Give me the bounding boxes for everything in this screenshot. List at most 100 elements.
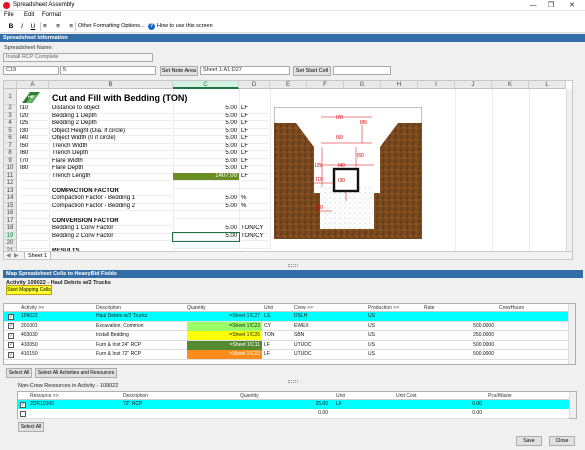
- activity-production[interactable]: US: [368, 350, 418, 359]
- row-header[interactable]: 3: [4, 112, 17, 120]
- resource-unit[interactable]: LF: [336, 400, 391, 409]
- col-unit[interactable]: Unit: [264, 304, 273, 312]
- activity-code[interactable]: 201001: [21, 322, 91, 331]
- minimize-button[interactable]: —: [527, 1, 539, 10]
- col-res-unit[interactable]: Unit: [336, 392, 345, 400]
- cell-d[interactable]: [241, 210, 269, 211]
- activity-quantity[interactable]: =Sheet 1!C26: [187, 331, 262, 340]
- activity-unit[interactable]: LF: [264, 341, 292, 350]
- col-crew[interactable]: Crew >>: [294, 304, 313, 312]
- activity-description[interactable]: Furn & Inst 72" RCP: [96, 350, 182, 359]
- menu-file[interactable]: File: [4, 12, 14, 18]
- row-checkbox[interactable]: ✓: [8, 342, 14, 348]
- column-header-c[interactable]: C: [173, 81, 239, 89]
- col-production[interactable]: Production >>: [368, 304, 399, 312]
- cell-c[interactable]: [173, 187, 239, 189]
- cell-a[interactable]: [20, 217, 48, 219]
- activity-row[interactable]: ✓ 109022 Haul Debris w/2 Trucks =Sheet 1…: [4, 312, 568, 322]
- activity-crew[interactable]: UTUDC: [294, 341, 364, 350]
- resource-quantity[interactable]: 25.00: [240, 400, 328, 409]
- col-activity[interactable]: Activity >>: [21, 304, 44, 312]
- cell-d[interactable]: [241, 247, 269, 249]
- column-header-b[interactable]: B: [49, 81, 173, 89]
- col-res-description[interactable]: Description: [123, 392, 148, 400]
- activity-description[interactable]: Excavation, Common: [96, 322, 182, 331]
- bold-button[interactable]: B: [6, 22, 16, 31]
- column-header-j[interactable]: J: [455, 81, 492, 89]
- tab-next-icon[interactable]: ▶: [14, 252, 19, 259]
- resource-code[interactable]: 2DR10100: [30, 400, 120, 409]
- cell-a[interactable]: [20, 187, 48, 189]
- cell-a[interactable]: [20, 247, 48, 249]
- resources-grid-scrollbar[interactable]: [569, 392, 576, 418]
- maximize-button[interactable]: ❐: [545, 1, 557, 10]
- row-header[interactable]: 15: [4, 202, 17, 210]
- activity-rate[interactable]: 500.0000: [424, 322, 494, 331]
- activity-rate[interactable]: 500.0000: [424, 350, 494, 359]
- activity-rate[interactable]: 250.0000: [424, 331, 494, 340]
- activity-quantity[interactable]: =Sheet 1!C11: [187, 340, 262, 350]
- cell-a[interactable]: [20, 202, 48, 204]
- row-header[interactable]: 6: [4, 135, 17, 143]
- activity-code[interactable]: 410150: [21, 350, 91, 359]
- help-icon[interactable]: ?: [148, 23, 155, 30]
- cell-a[interactable]: [20, 240, 48, 241]
- cell-value-field[interactable]: 5: [60, 66, 156, 75]
- row-header[interactable]: 11: [4, 172, 17, 180]
- activity-crew[interactable]: SBN: [294, 331, 364, 340]
- activity-grid-scrollbar[interactable]: [568, 304, 575, 364]
- activity-unit[interactable]: LS: [264, 312, 292, 321]
- row-header[interactable]: 13: [4, 187, 17, 195]
- align-right-button[interactable]: ≡: [63, 22, 73, 31]
- activity-row[interactable]: ✓ 201001 Excavation, Common =Sheet 1!C23…: [4, 321, 568, 331]
- row-checkbox[interactable]: [20, 410, 26, 417]
- activity-code[interactable]: 410050: [21, 341, 91, 350]
- activity-quantity[interactable]: =Sheet 1!C23: [187, 321, 262, 331]
- col-rate[interactable]: Rate: [424, 304, 435, 312]
- column-header-a[interactable]: A: [17, 81, 49, 89]
- cell-reference-field[interactable]: C19: [3, 66, 59, 75]
- activity-description[interactable]: Haul Debris w/2 Trucks: [96, 312, 182, 321]
- activity-code[interactable]: 403030: [21, 331, 91, 340]
- row-checkbox[interactable]: ✓: [8, 351, 14, 358]
- activity-rate[interactable]: 500.0000: [424, 341, 494, 350]
- column-header-e[interactable]: E: [270, 81, 307, 89]
- column-header-g[interactable]: G: [344, 81, 381, 89]
- cell-b[interactable]: [52, 210, 172, 211]
- select-all-activities-button[interactable]: Select All: [6, 368, 32, 378]
- col-quantity[interactable]: Quantity: [187, 304, 206, 312]
- spreadsheet-name-field[interactable]: Install RCP Complete: [3, 53, 153, 62]
- tab-sheet-1[interactable]: Sheet 1: [24, 252, 51, 259]
- column-header-l[interactable]: L: [529, 81, 566, 89]
- resource-unit-cost[interactable]: 0.00: [396, 400, 482, 409]
- cell-a[interactable]: [20, 210, 48, 211]
- cell-a[interactable]: [20, 172, 48, 174]
- activity-unit[interactable]: CY: [264, 322, 292, 331]
- row-header[interactable]: 18: [4, 225, 17, 233]
- cell-c[interactable]: [173, 217, 239, 219]
- cell-c[interactable]: [173, 210, 239, 211]
- set-start-cell-button[interactable]: Set Start Cell: [293, 66, 331, 76]
- cell-a[interactable]: [20, 180, 48, 181]
- activity-production[interactable]: US: [368, 312, 418, 321]
- select-all-activities-resources-button[interactable]: Select All Activities and Resources: [35, 368, 117, 378]
- note-area-field[interactable]: Sheet 1:A1:D27: [200, 66, 290, 75]
- align-left-button[interactable]: ≡: [43, 22, 53, 31]
- col-res-quantity[interactable]: Quantity: [240, 392, 259, 400]
- column-header-d[interactable]: D: [239, 81, 270, 89]
- resource-unit-cost[interactable]: 0.00: [396, 409, 482, 418]
- activity-crew[interactable]: UTUDC: [294, 350, 364, 359]
- column-header-f[interactable]: F: [307, 81, 344, 89]
- cell-d[interactable]: [241, 217, 269, 219]
- activity-quantity[interactable]: =Sheet 1!C22: [187, 350, 262, 359]
- align-center-button[interactable]: ≡: [53, 22, 63, 31]
- row-checkbox[interactable]: ✓: [8, 332, 14, 339]
- cell-c[interactable]: [173, 180, 239, 181]
- resource-row[interactable]: 0.00 0.00: [18, 409, 569, 419]
- resource-description[interactable]: 72" RCP: [123, 400, 233, 409]
- corner-cell[interactable]: [4, 81, 17, 89]
- row-header[interactable]: 9: [4, 157, 17, 165]
- col-resource[interactable]: Resource >>: [30, 392, 59, 400]
- start-mapping-button[interactable]: Start Mapping Cells: [6, 285, 52, 295]
- resources-grid[interactable]: Resource >> Description Quantity Unit Un…: [17, 391, 577, 419]
